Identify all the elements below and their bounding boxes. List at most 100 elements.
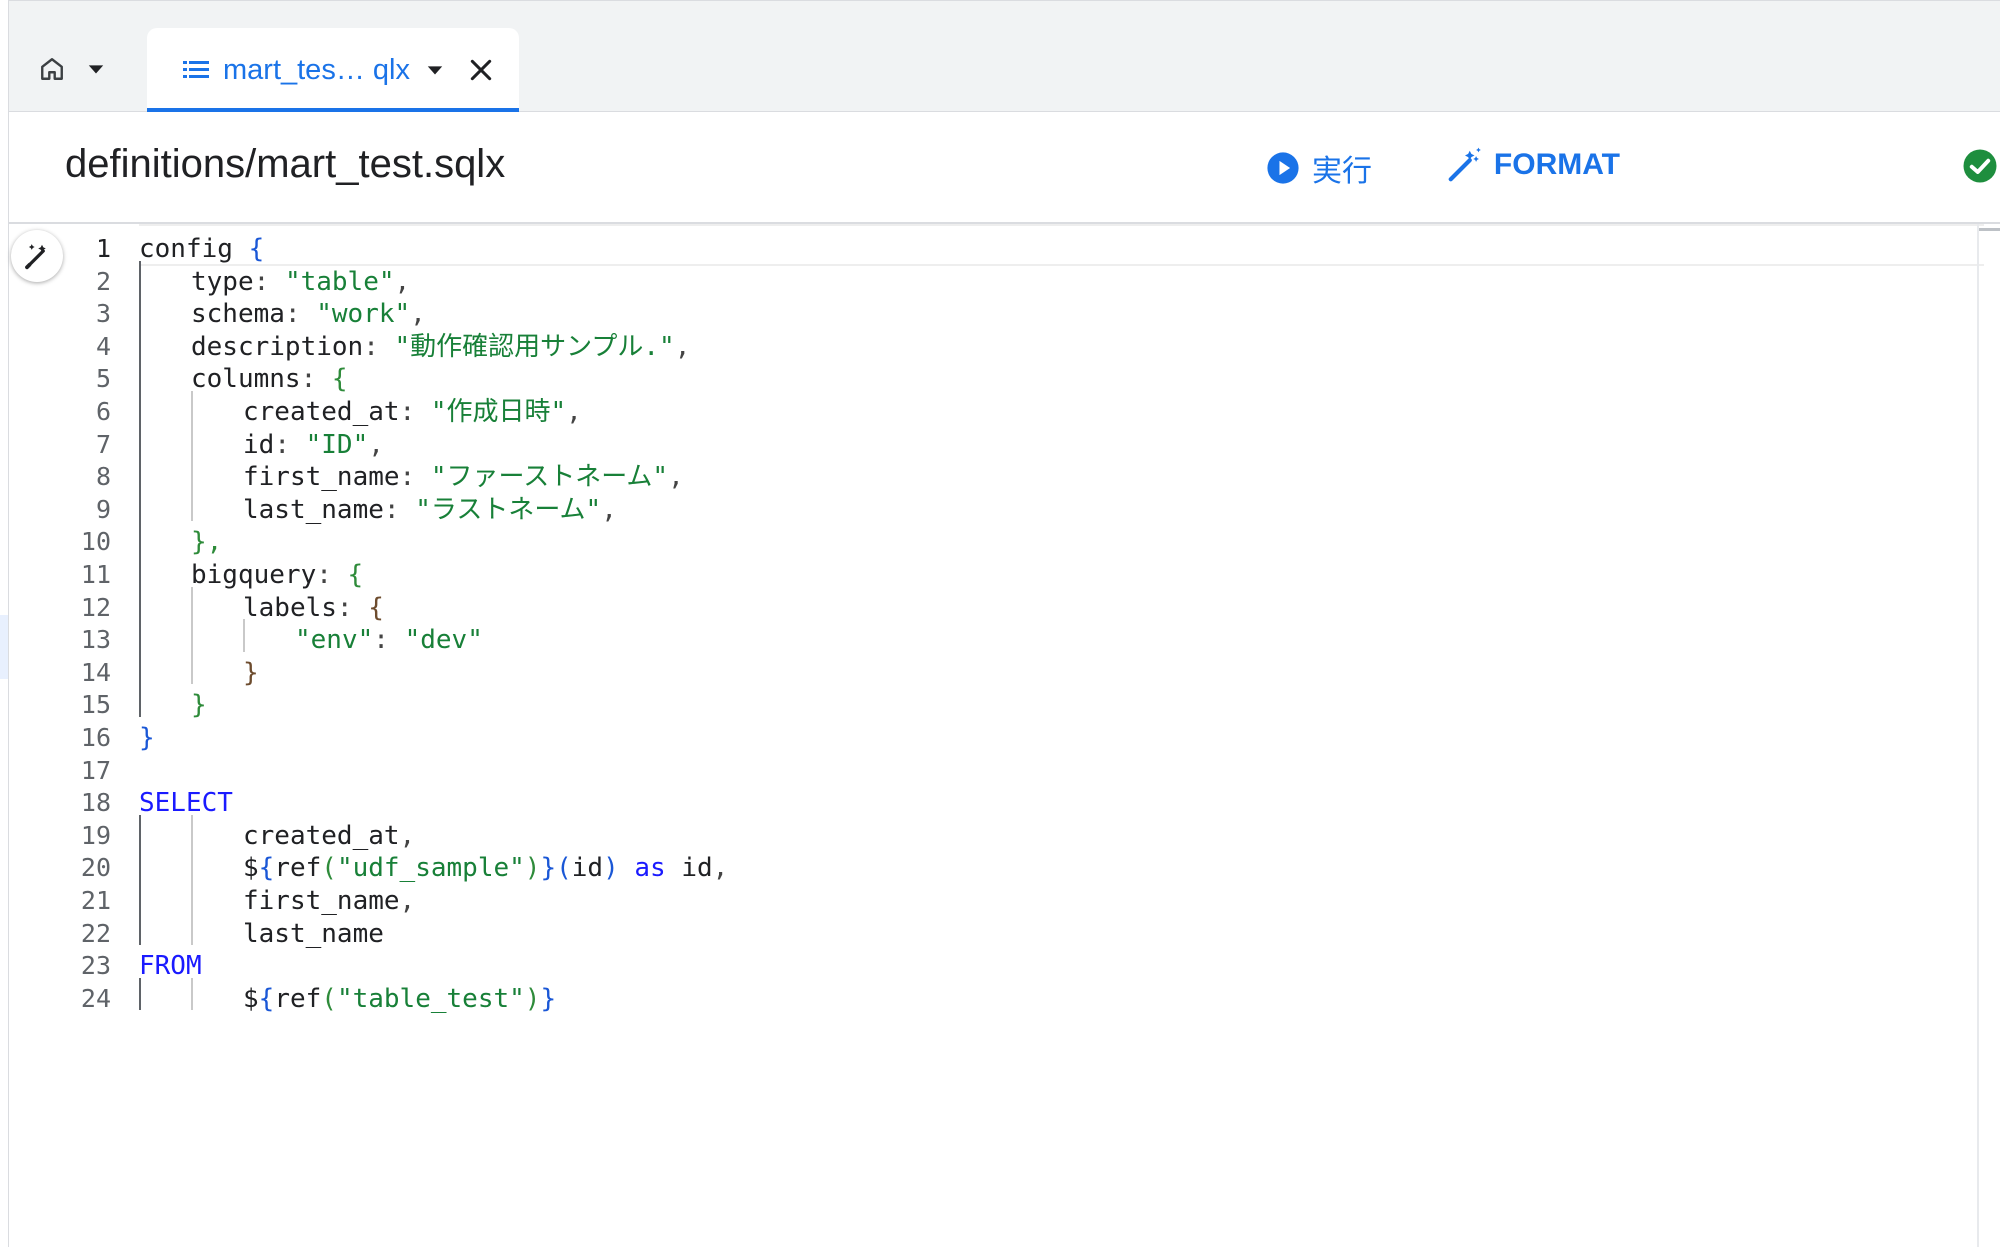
code-token: config: [139, 234, 249, 264]
code-token: :: [336, 592, 369, 623]
code-token: ,: [368, 429, 384, 460]
format-button[interactable]: FORMAT: [1446, 146, 1620, 184]
code-token: ,: [674, 331, 691, 362]
scrollbar-thumb[interactable]: [1979, 228, 2000, 231]
code-token: last_name: [243, 918, 384, 949]
run-button[interactable]: 実行: [1266, 146, 1372, 190]
code-token: "作成日時": [430, 397, 567, 427]
list-icon: [183, 59, 209, 81]
code-token: first_name: [243, 462, 400, 493]
code-token: :: [383, 494, 416, 525]
indent-guide: [139, 912, 141, 946]
tab-bar: mart_tes… qlx: [9, 0, 2000, 112]
tab-label: mart_tes… qlx: [223, 53, 410, 86]
code-line: last_name: "ラストネーム",: [243, 489, 617, 531]
code-token: $: [243, 853, 259, 884]
code-token: :: [399, 397, 431, 427]
code-token: ): [603, 853, 619, 884]
code-token: }: [540, 983, 557, 1014]
code-token: $: [243, 983, 259, 1014]
code-token: (: [556, 853, 572, 884]
indent-guide: [191, 977, 193, 1011]
code-token: ,: [566, 397, 582, 427]
indent-guide: [139, 423, 141, 457]
current-line-highlight: [139, 224, 1984, 266]
code-token: }: [139, 723, 155, 753]
indent-guide: [191, 912, 193, 946]
code-token: ,: [394, 266, 411, 297]
code-token: }: [191, 690, 207, 721]
indent-guide: [139, 619, 141, 652]
scrollbar-track[interactable]: [1977, 224, 1979, 1247]
code-token: "table_test": [336, 983, 525, 1014]
magic-wand-icon: [1446, 146, 1484, 184]
code-token: "ID": [305, 429, 369, 460]
code-token: ,: [712, 853, 729, 884]
indent-guide: [139, 586, 141, 620]
indent-guide: [139, 651, 141, 685]
tab-mart-test[interactable]: mart_tes… qlx: [147, 28, 519, 112]
indent-guide: [191, 456, 193, 489]
caret-down-icon[interactable]: [87, 60, 105, 78]
code-token: "動作確認用サンプル.": [394, 331, 675, 362]
code-token: (: [321, 983, 337, 1014]
code-token: ,: [399, 886, 416, 916]
ai-assist-button[interactable]: [11, 230, 63, 282]
indent-guide: [139, 293, 141, 326]
indent-guide: [139, 880, 141, 913]
code-token: }: [540, 853, 557, 884]
code-token: description: [191, 331, 364, 362]
code-token: ): [524, 983, 541, 1014]
code-token: ,: [410, 299, 426, 330]
code-token: type: [191, 266, 254, 297]
indent-guide: [139, 684, 141, 717]
code-token: :: [316, 560, 348, 590]
close-icon[interactable]: [468, 57, 494, 83]
code-token: {: [368, 592, 384, 623]
code-token: }: [243, 657, 259, 688]
code-line: last_name: [243, 913, 384, 955]
home-tab[interactable]: [39, 44, 105, 94]
code-token: labels: [243, 592, 337, 623]
code-token: {: [347, 560, 364, 590]
code-token: id: [243, 429, 275, 460]
code-token: ,: [601, 494, 617, 525]
indent-guide: [243, 619, 245, 652]
code-token: id: [681, 853, 713, 884]
compile-status-check-icon[interactable]: [1962, 148, 1998, 189]
code-token: columns: [191, 364, 301, 395]
indent-guide: [139, 814, 141, 848]
code-token: bigquery: [191, 560, 317, 590]
indent-guide: [139, 977, 141, 1011]
code-token: },: [191, 527, 223, 558]
code-token: "env": [295, 625, 374, 656]
code-token: schema: [191, 299, 285, 330]
indent-guide: [191, 847, 193, 880]
indent-guide: [139, 260, 141, 294]
code-token: ,: [399, 820, 416, 851]
indent-guide: [191, 488, 193, 522]
code-token: "dev": [404, 625, 483, 656]
tab-bar-top-rule: [9, 0, 2000, 1]
indent-guide: [191, 586, 193, 620]
code-token: :: [300, 364, 332, 395]
code-token: ref: [274, 983, 322, 1014]
code-token: :: [373, 625, 405, 656]
indent-guide: [139, 456, 141, 489]
code-token: "work": [316, 299, 411, 330]
indent-guide: [191, 880, 193, 913]
code-line: ${ref("table_test")}: [243, 978, 556, 1020]
tab-caret-down-icon[interactable]: [426, 61, 444, 79]
indent-guide: [139, 521, 141, 554]
code-editor[interactable]: 1 2 3 4 5 6 7 8 9 10 11 12 13 14 15 16 17 18 19 20 21 22 23 24 …: [9, 224, 2000, 1247]
code-line: SELECT: [139, 782, 233, 824]
code-token: "ラストネーム": [415, 494, 602, 525]
play-circle-icon: [1266, 151, 1300, 185]
code-token: "ファーストネーム": [430, 462, 669, 493]
code-token: (: [321, 853, 337, 884]
indent-guide: [191, 619, 193, 652]
code-token: {: [331, 364, 348, 395]
code-token: first_name: [243, 886, 400, 916]
indent-guide: [139, 391, 141, 424]
home-icon[interactable]: [39, 56, 65, 82]
